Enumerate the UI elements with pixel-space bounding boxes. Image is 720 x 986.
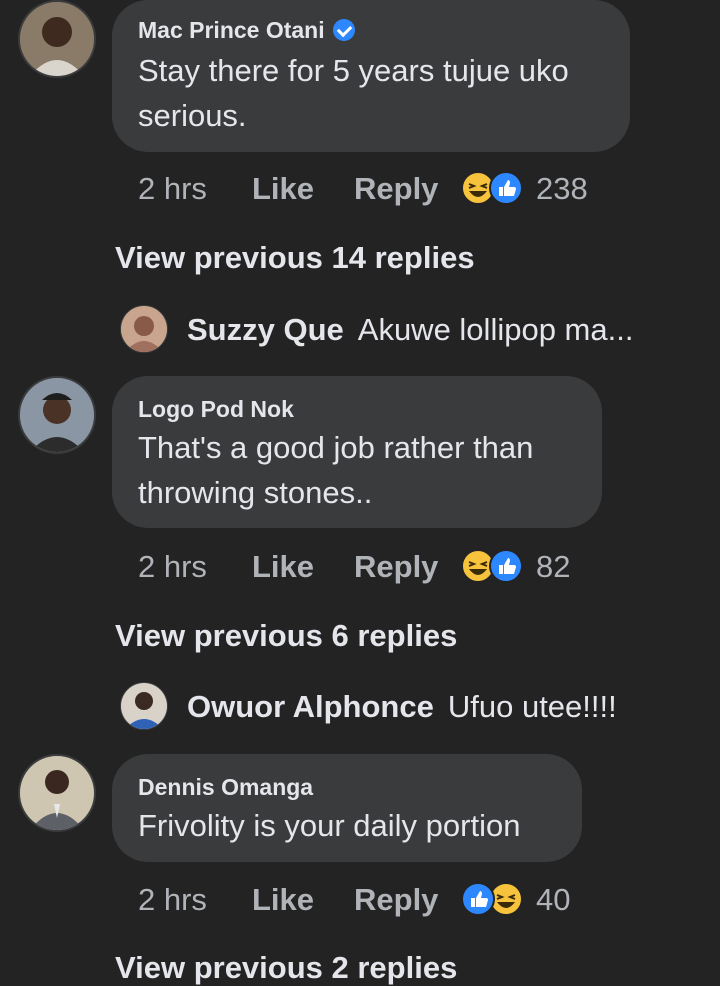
reactions-summary[interactable]	[460, 170, 524, 206]
avatar[interactable]	[18, 376, 96, 454]
like-icon	[489, 171, 523, 205]
comment-text-line: Frivolity is your daily portion	[138, 808, 521, 843]
avatar[interactable]	[18, 754, 96, 832]
reply-author[interactable]: Suzzy Que	[187, 312, 344, 347]
comment-text-line: Stay there for 5 years tujue uko	[138, 53, 569, 88]
reaction-count: 40	[536, 882, 571, 917]
reply-button[interactable]: Reply	[354, 171, 438, 207]
latest-reply-preview[interactable]: Owuor Alphonce Ufuo utee!!!!	[187, 689, 617, 725]
comment-timestamp: 2 hrs	[138, 549, 207, 584]
avatar[interactable]	[120, 682, 168, 730]
like-button[interactable]: Like	[252, 882, 314, 918]
reply-button[interactable]: Reply	[354, 549, 438, 585]
view-previous-replies-link[interactable]: View previous 14 replies	[115, 240, 475, 276]
comment-bubble: Logo Pod Nok That's a good job rather th…	[112, 376, 602, 528]
comment-bubble: Mac Prince Otani Stay there for 5 years …	[112, 0, 630, 152]
comment-text-line: serious.	[138, 98, 247, 133]
avatar[interactable]	[18, 0, 96, 78]
reply-author[interactable]: Owuor Alphonce	[187, 689, 434, 724]
view-previous-replies-link[interactable]: View previous 2 replies	[115, 950, 457, 986]
verified-badge-icon	[332, 19, 355, 41]
like-icon	[461, 882, 495, 916]
reply-text: Akuwe lollipop ma...	[357, 312, 634, 347]
comment-text-line: throwing stones..	[138, 475, 373, 510]
like-button[interactable]: Like	[252, 549, 314, 585]
comment-timestamp: 2 hrs	[138, 882, 207, 917]
view-previous-replies-link[interactable]: View previous 6 replies	[115, 618, 457, 654]
comment-text-line: That's a good job rather than	[138, 430, 534, 465]
comment-author[interactable]: Logo Pod Nok	[138, 396, 294, 423]
reaction-count: 82	[536, 549, 571, 584]
reply-button[interactable]: Reply	[354, 882, 438, 918]
reactions-summary[interactable]	[460, 881, 524, 917]
comment-bubble: Dennis Omanga Frivolity is your daily po…	[112, 754, 582, 862]
like-icon	[489, 549, 523, 583]
like-button[interactable]: Like	[252, 171, 314, 207]
avatar[interactable]	[120, 305, 168, 353]
reactions-summary[interactable]	[460, 548, 524, 584]
comment-author[interactable]: Mac Prince Otani	[138, 17, 325, 43]
comment-author[interactable]: Dennis Omanga	[138, 774, 313, 801]
comment-timestamp: 2 hrs	[138, 171, 207, 206]
reaction-count: 238	[536, 171, 588, 206]
reply-text: Ufuo utee!!!!	[447, 689, 617, 724]
latest-reply-preview[interactable]: Suzzy Que Akuwe lollipop ma...	[187, 312, 633, 348]
